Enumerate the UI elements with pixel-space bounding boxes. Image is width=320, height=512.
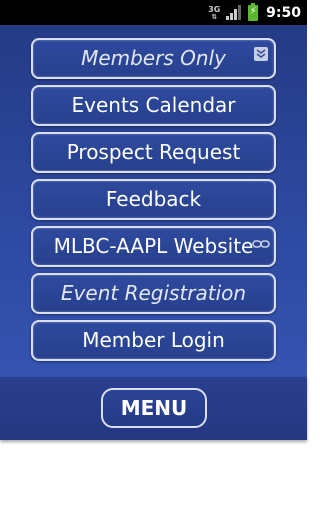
- menu-item-label: Prospect Request: [66, 140, 241, 164]
- menu-item-prospect-request[interactable]: Prospect Request: [31, 132, 276, 173]
- menu-item-label: Member Login: [82, 328, 225, 352]
- menu-item-label: Event Registration: [60, 281, 247, 305]
- battery-charging-icon: [248, 2, 259, 21]
- menu-button[interactable]: MENU: [101, 388, 207, 428]
- chevron-double-down-icon: [254, 47, 268, 61]
- network-3g-icon: 3G ⇅: [208, 4, 221, 21]
- menu-item-feedback[interactable]: Feedback: [31, 179, 276, 220]
- status-clock: 9:50: [266, 4, 301, 21]
- status-bar: 3G ⇅ 9:50: [0, 0, 307, 25]
- menu-item-members-only[interactable]: Members Only: [31, 38, 276, 79]
- menu-item-label: MLBC-AAPL Website: [53, 234, 254, 258]
- menu-item-events-calendar[interactable]: Events Calendar: [31, 85, 276, 126]
- menu-item-event-registration[interactable]: Event Registration: [31, 273, 276, 314]
- main-panel: Members Only Events Calendar Prospect Re…: [0, 25, 307, 377]
- bottom-bar: MENU: [0, 377, 307, 440]
- link-icon: [252, 240, 270, 248]
- status-icons: 3G ⇅ 9:50: [208, 2, 301, 22]
- menu-item-member-login[interactable]: Member Login: [31, 320, 276, 361]
- menu-item-label: Members Only: [81, 46, 226, 70]
- menu-list: Members Only Events Calendar Prospect Re…: [31, 38, 276, 367]
- menu-item-website[interactable]: MLBC-AAPL Website: [31, 226, 276, 267]
- menu-item-label: Feedback: [105, 187, 202, 211]
- menu-item-label: Events Calendar: [71, 93, 236, 117]
- signal-strength-icon: [226, 5, 242, 20]
